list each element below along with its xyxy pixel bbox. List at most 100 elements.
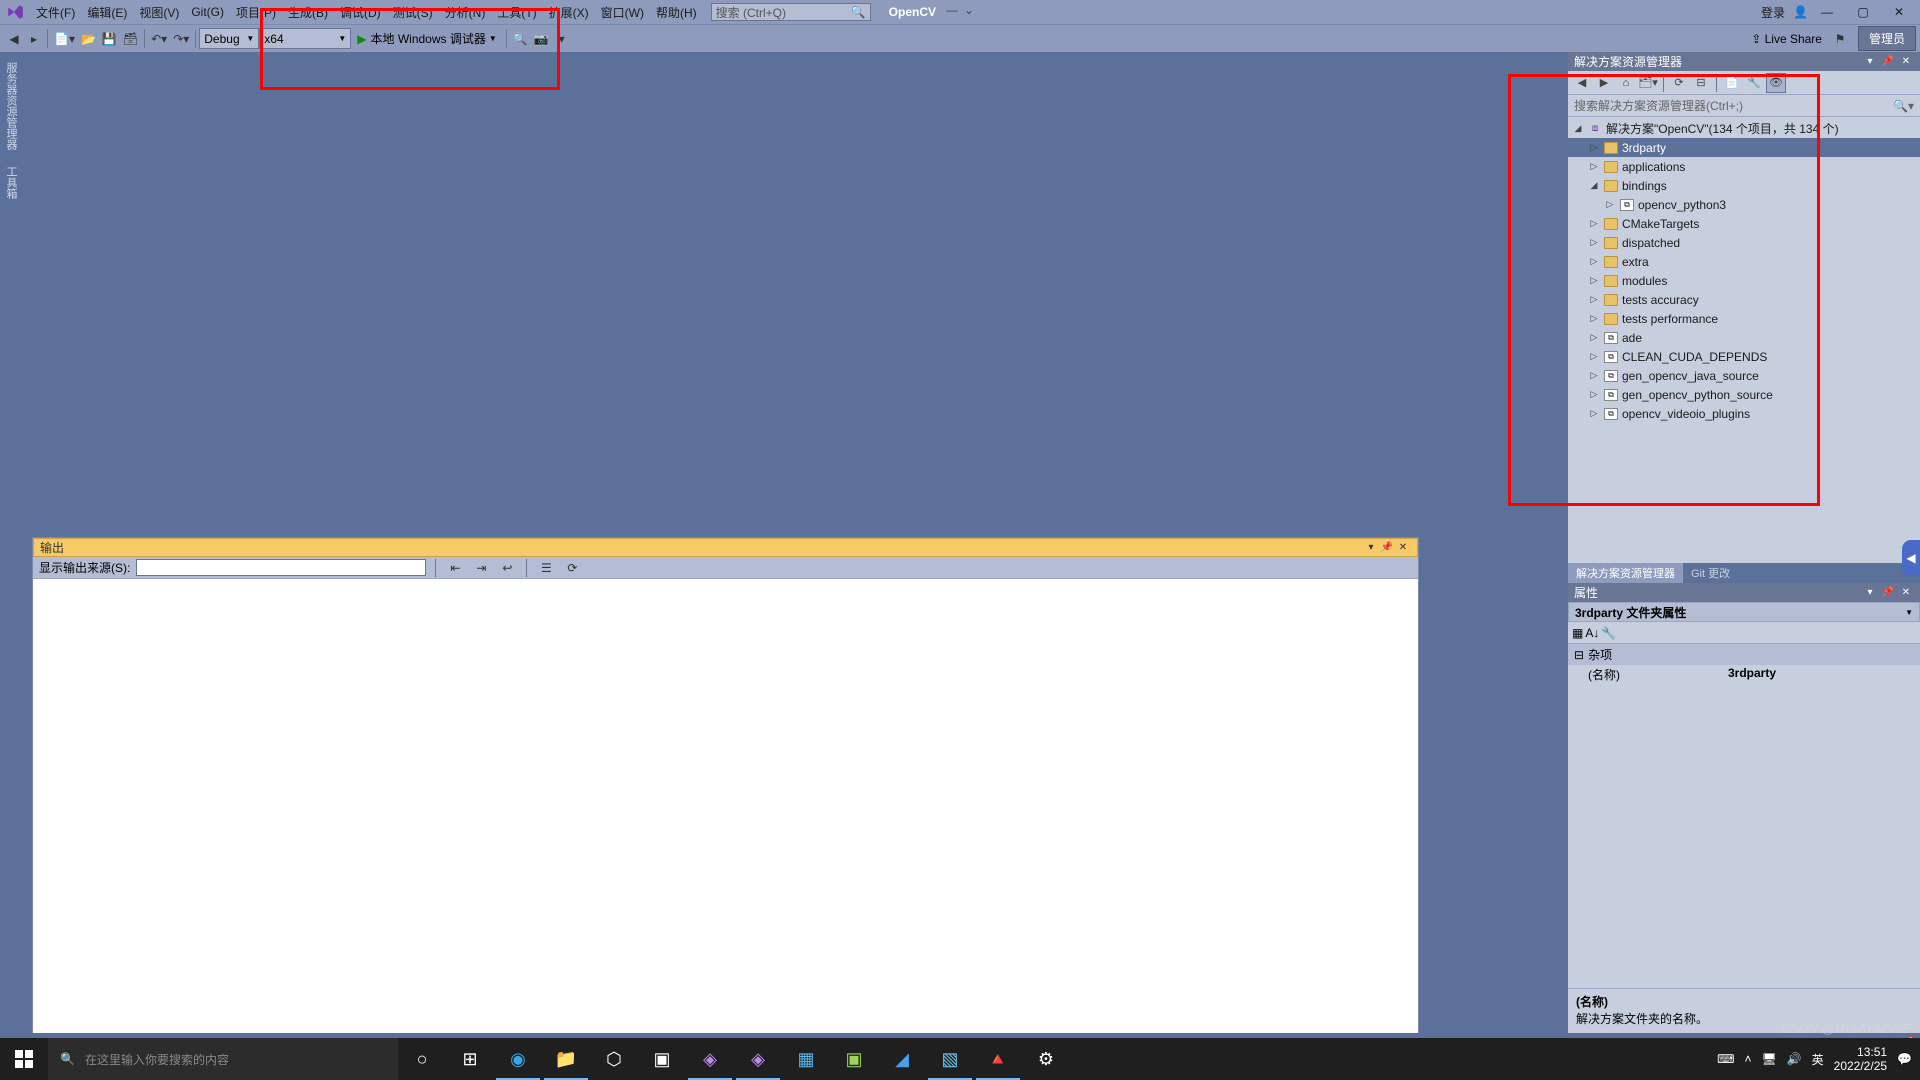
- tree-item-extra[interactable]: ▷extra: [1568, 252, 1920, 271]
- toolbox-tab[interactable]: 工具箱: [1, 162, 21, 203]
- nav-fwd-button[interactable]: ▸: [24, 28, 44, 50]
- tray-clock[interactable]: 13:51 2022/2/25: [1834, 1045, 1887, 1074]
- tree-item-CMakeTargets[interactable]: ▷CMakeTargets: [1568, 214, 1920, 233]
- server-explorer-tab[interactable]: 服务器资源管理器: [1, 58, 21, 154]
- chevron-down-icon[interactable]: ⌄: [964, 3, 974, 17]
- menu-build[interactable]: 生成(B): [282, 2, 334, 23]
- expander-icon[interactable]: ▷: [1588, 313, 1600, 325]
- menu-debug[interactable]: 调试(D): [334, 2, 387, 23]
- tray-volume-icon[interactable]: 🔊: [1787, 1052, 1802, 1066]
- tree-item-3rdparty[interactable]: ▷3rdparty: [1568, 138, 1920, 157]
- menu-view[interactable]: 视图(V): [133, 2, 185, 23]
- hex-app-icon[interactable]: ⬡: [590, 1038, 638, 1080]
- expander-icon[interactable]: ▷: [1588, 142, 1600, 154]
- screenshot-button[interactable]: 📷: [531, 28, 552, 50]
- output-source-combo[interactable]: [136, 559, 426, 576]
- login-button[interactable]: 登录: [1755, 2, 1791, 23]
- sol-back-button[interactable]: ◀: [1572, 73, 1592, 93]
- props-pin-button[interactable]: 📌: [1880, 585, 1896, 601]
- output-close-button[interactable]: ✕: [1395, 540, 1411, 556]
- sol-switch-view-button[interactable]: 🗂▾: [1638, 73, 1658, 93]
- solution-close-button[interactable]: ✕: [1898, 54, 1914, 70]
- solution-tree[interactable]: ◢ ⧈ 解决方案"OpenCV"(134 个项目，共 134 个) ▷3rdpa…: [1568, 117, 1920, 563]
- menu-file[interactable]: 文件(F): [30, 2, 81, 23]
- menu-extensions[interactable]: 扩展(X): [543, 2, 595, 23]
- redo-button[interactable]: ↷▾: [170, 28, 192, 50]
- start-button[interactable]: [0, 1038, 48, 1080]
- toggle-output-button[interactable]: ⟳: [562, 557, 582, 579]
- props-categorized-button[interactable]: ▦: [1572, 626, 1583, 640]
- expander-icon[interactable]: ▷: [1588, 275, 1600, 287]
- solution-search-input[interactable]: 搜索解决方案资源管理器(Ctrl+;) 🔍▾: [1568, 95, 1920, 117]
- menu-git[interactable]: Git(G): [185, 3, 230, 21]
- start-debug-button[interactable]: ▶本地 Windows 调试器▼: [351, 28, 503, 50]
- save-all-button[interactable]: 🗃: [120, 28, 141, 50]
- sol-home-button[interactable]: ⌂: [1616, 73, 1636, 93]
- cortana-icon[interactable]: ○: [398, 1038, 446, 1080]
- word-wrap-button[interactable]: ↩: [497, 557, 517, 579]
- expander-icon[interactable]: ▷: [1588, 294, 1600, 306]
- clear-output-button[interactable]: ☰: [536, 557, 556, 579]
- tray-notifications-icon[interactable]: 💬: [1897, 1052, 1912, 1066]
- solution-header[interactable]: 解决方案资源管理器 ▾ 📌 ✕: [1568, 52, 1920, 71]
- sol-fwd-button[interactable]: ▶: [1594, 73, 1614, 93]
- indent-left-button[interactable]: ⇤: [445, 557, 465, 579]
- platform-combo[interactable]: x64▼: [259, 28, 351, 49]
- expander-icon[interactable]: ▷: [1588, 389, 1600, 401]
- tree-item-dispatched[interactable]: ▷dispatched: [1568, 233, 1920, 252]
- settings-icon[interactable]: ⚙: [1022, 1038, 1070, 1080]
- sol-preview-button[interactable]: 👁: [1766, 73, 1786, 93]
- global-search-input[interactable]: 搜索 (Ctrl+Q) 🔍: [711, 3, 871, 21]
- tray-keyboard-icon[interactable]: ⌨: [1717, 1052, 1734, 1066]
- dash-icon[interactable]: —: [946, 3, 958, 17]
- tab-solution-explorer[interactable]: 解决方案资源管理器: [1568, 563, 1683, 583]
- user-icon[interactable]: 👤: [1793, 5, 1808, 19]
- taskview-icon[interactable]: ⊞: [446, 1038, 494, 1080]
- indent-right-button[interactable]: ⇥: [471, 557, 491, 579]
- props-wrench-button[interactable]: 🔧: [1601, 626, 1616, 640]
- tree-item-gen_opencv_python_source[interactable]: ▷⧉gen_opencv_python_source: [1568, 385, 1920, 404]
- sol-collapse-button[interactable]: ⊟: [1691, 73, 1711, 93]
- edge-icon[interactable]: ◉: [494, 1038, 542, 1080]
- solution-dropdown-button[interactable]: ▾: [1862, 54, 1878, 70]
- props-close-button[interactable]: ✕: [1898, 585, 1914, 601]
- menu-project[interactable]: 项目(P): [230, 2, 282, 23]
- tree-item-tests-performance[interactable]: ▷tests performance: [1568, 309, 1920, 328]
- output-header[interactable]: 输出 ▾ 📌 ✕: [33, 538, 1418, 557]
- expander-icon[interactable]: ▷: [1588, 218, 1600, 230]
- sol-properties-button[interactable]: 🔧: [1744, 73, 1764, 93]
- taskbar-search-input[interactable]: 🔍 在这里输入你要搜索的内容: [48, 1038, 398, 1080]
- expander-icon[interactable]: ▷: [1588, 161, 1600, 173]
- menu-analyze[interactable]: 分析(N): [439, 2, 492, 23]
- maximize-button[interactable]: ▢: [1846, 1, 1880, 23]
- tree-item-opencv_videoio_plugins[interactable]: ▷⧉opencv_videoio_plugins: [1568, 404, 1920, 423]
- props-grid[interactable]: ⊟杂项 (名称) 3rdparty: [1568, 644, 1920, 988]
- output-dropdown-button[interactable]: ▾: [1363, 540, 1379, 556]
- properties-header[interactable]: 属性 ▾ 📌 ✕: [1568, 583, 1920, 602]
- tray-network-icon[interactable]: 🖥: [1761, 1052, 1776, 1066]
- props-object-combo[interactable]: 3rdparty 文件夹属性▼: [1568, 602, 1920, 622]
- tree-item-opencv_python3[interactable]: ▷⧉opencv_python3: [1568, 195, 1920, 214]
- tree-item-gen_opencv_java_source[interactable]: ▷⧉gen_opencv_java_source: [1568, 366, 1920, 385]
- menu-test[interactable]: 测试(S): [387, 2, 439, 23]
- props-dropdown-button[interactable]: ▾: [1862, 585, 1878, 601]
- pycharm-icon[interactable]: ▣: [830, 1038, 878, 1080]
- feedback-side-tab[interactable]: ◀: [1902, 540, 1920, 576]
- expander-icon[interactable]: ◢: [1588, 180, 1600, 192]
- expander-icon[interactable]: ◢: [1572, 123, 1584, 135]
- undo-button[interactable]: ↶▾: [148, 28, 170, 50]
- minimize-button[interactable]: —: [1810, 1, 1844, 23]
- terminal-icon[interactable]: ▣: [638, 1038, 686, 1080]
- tray-up-icon[interactable]: ˄: [1744, 1052, 1751, 1066]
- find-in-files-button[interactable]: 🔍: [510, 28, 531, 50]
- overflow-button[interactable]: ▾: [552, 28, 572, 50]
- expander-icon[interactable]: ▷: [1588, 237, 1600, 249]
- tree-item-CLEAN_CUDA_DEPENDS[interactable]: ▷⧉CLEAN_CUDA_DEPENDS: [1568, 347, 1920, 366]
- props-alpha-button[interactable]: A↓: [1585, 626, 1599, 640]
- solution-root[interactable]: ◢ ⧈ 解决方案"OpenCV"(134 个项目，共 134 个): [1568, 119, 1920, 138]
- expander-icon[interactable]: ▷: [1588, 332, 1600, 344]
- nav-back-button[interactable]: ◀: [4, 28, 24, 50]
- props-row-name[interactable]: (名称) 3rdparty: [1568, 665, 1920, 684]
- expander-icon[interactable]: ▷: [1588, 408, 1600, 420]
- tree-item-tests-accuracy[interactable]: ▷tests accuracy: [1568, 290, 1920, 309]
